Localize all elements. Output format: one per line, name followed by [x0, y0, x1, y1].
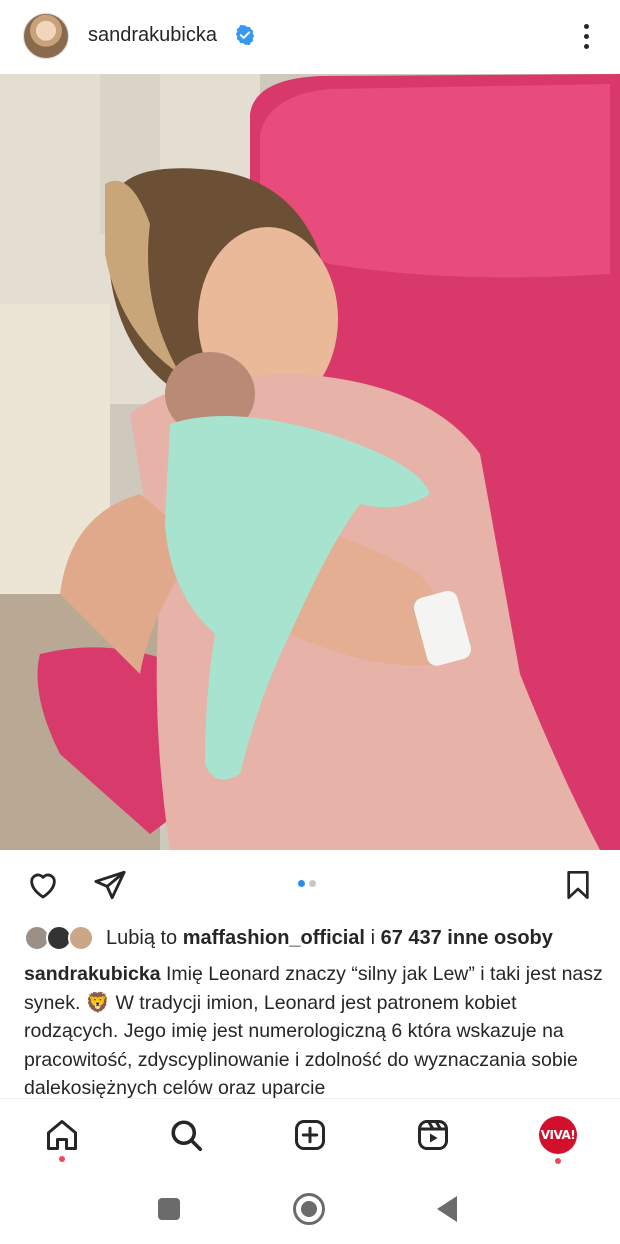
bottom-nav: VIVA!: [0, 1098, 620, 1176]
likes-summary[interactable]: Lubią to maffashion_official i 67 437 in…: [24, 922, 614, 954]
more-dot-icon: [583, 33, 589, 39]
liker-avatars: [24, 923, 98, 953]
likes-text: Lubią to maffashion_official i 67 437 in…: [106, 927, 553, 950]
recent-apps-icon[interactable]: [158, 1198, 180, 1220]
likes-prefix: Lubią to: [106, 926, 178, 949]
likes-count[interactable]: 67 437 inne osoby: [381, 927, 553, 949]
more-dot-icon: [583, 43, 589, 49]
liker-avatar: [68, 925, 94, 951]
nav-search[interactable]: [166, 1115, 206, 1155]
post-actions: [0, 850, 620, 920]
author-username[interactable]: sandrakubicka: [88, 24, 217, 47]
heart-icon[interactable]: [24, 868, 62, 902]
more-dot-icon: [583, 23, 589, 29]
back-icon[interactable]: [437, 1196, 457, 1222]
liked-by-user[interactable]: maffashion_official: [183, 927, 365, 949]
create-icon: [295, 1120, 325, 1150]
post-header: sandrakubicka: [0, 0, 620, 74]
system-home-icon[interactable]: [293, 1193, 325, 1225]
nav-profile[interactable]: VIVA!: [538, 1115, 578, 1155]
system-navigation-bar: [0, 1176, 620, 1244]
post-caption: sandrakubicka Imię Leonard znaczy “silny…: [24, 960, 604, 1098]
carousel-indicator: [298, 880, 316, 887]
likes-conjunction: i: [370, 926, 376, 949]
home-notification-dot: [59, 1156, 65, 1162]
profile-avatar: VIVA!: [539, 1116, 577, 1154]
author-avatar[interactable]: [23, 13, 69, 59]
bookmark-icon[interactable]: [562, 868, 594, 902]
carousel-dot: [309, 880, 316, 887]
more-options-button[interactable]: [572, 18, 600, 54]
profile-notification-dot: [555, 1158, 561, 1164]
paper-plane-icon[interactable]: [92, 868, 128, 902]
home-icon: [47, 1120, 77, 1150]
nav-create[interactable]: [290, 1115, 330, 1155]
nav-home[interactable]: [42, 1115, 82, 1155]
search-icon: [171, 1120, 203, 1152]
caption-username[interactable]: sandrakubicka: [24, 963, 161, 985]
carousel-dot-active: [298, 880, 305, 887]
nav-reels[interactable]: [413, 1115, 453, 1155]
verified-badge-icon: [235, 25, 255, 45]
post-photo[interactable]: [0, 74, 620, 850]
reels-icon: [418, 1120, 448, 1150]
